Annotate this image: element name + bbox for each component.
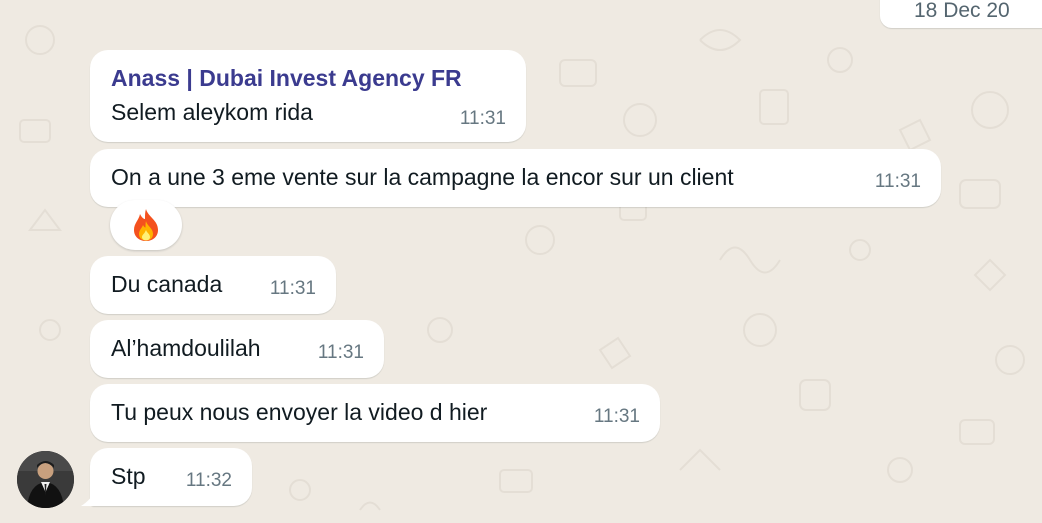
message-timestamp: 11:31 — [593, 406, 640, 427]
sender-name[interactable]: Anass | Dubai Invest Agency FR — [111, 64, 508, 92]
message-text: Al’hamdoulilah — [111, 335, 261, 361]
message-bubble[interactable]: Du canada 11:31 — [90, 256, 336, 314]
message-timestamp: 11:31 — [317, 342, 364, 363]
message-timestamp: 11:31 — [874, 171, 921, 192]
message-text: Du canada — [111, 271, 223, 297]
message-timestamp: 11:32 — [185, 470, 232, 491]
message-bubble[interactable]: Stp 11:32 — [81, 448, 252, 506]
person-avatar-icon — [17, 451, 74, 508]
message-timestamp: 11:31 — [459, 108, 506, 129]
date-separator-label: 18 Dec 20 — [914, 0, 1010, 22]
message-text: On a une 3 eme vente sur la campagne la … — [111, 164, 734, 190]
fire-emoji-icon — [134, 209, 158, 241]
sender-avatar[interactable] — [17, 451, 74, 508]
message-text: Tu peux nous envoyer la video d hier — [111, 399, 488, 425]
message-reaction[interactable] — [110, 200, 182, 250]
message-bubble[interactable]: Tu peux nous envoyer la video d hier 11:… — [90, 384, 660, 442]
message-timestamp: 11:31 — [269, 278, 316, 299]
message-bubble[interactable]: On a une 3 eme vente sur la campagne la … — [90, 149, 941, 207]
bubble-tail — [81, 488, 97, 506]
message-text: Stp — [111, 463, 146, 489]
date-separator-pill: 18 Dec 20 — [880, 0, 1042, 28]
message-bubble[interactable]: Al’hamdoulilah 11:31 — [90, 320, 384, 378]
message-text: Selem aleykom rida — [111, 99, 313, 125]
message-bubble[interactable]: Anass | Dubai Invest Agency FR Selem ale… — [90, 50, 526, 142]
